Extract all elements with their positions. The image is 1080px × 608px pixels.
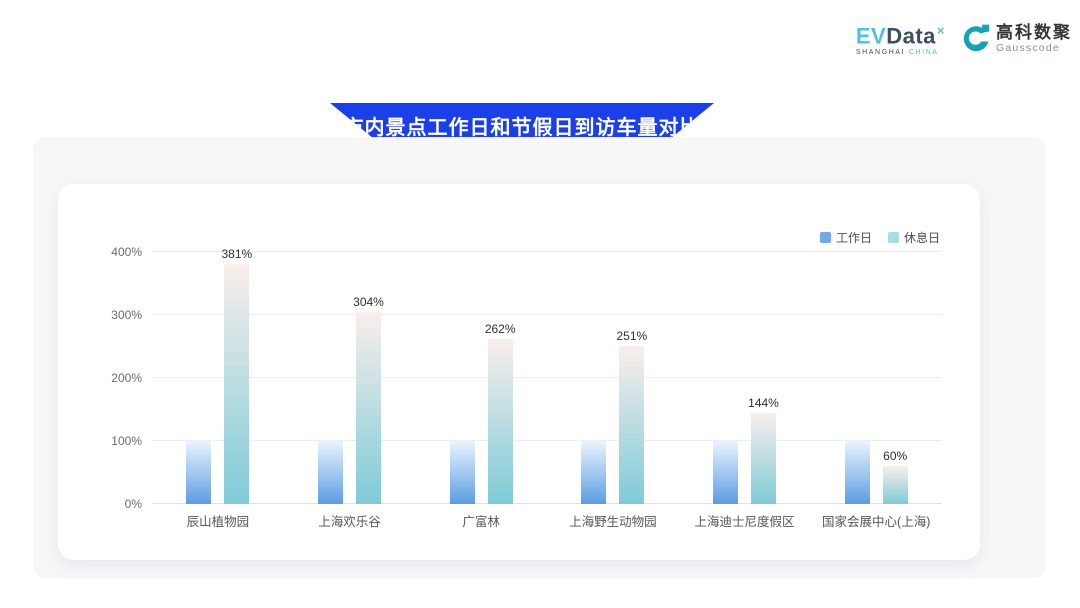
page: EVData× SHANGHAI CHINA 高科数聚 Gausscode 市内… [0, 0, 1080, 608]
bar-group: 381% [152, 252, 284, 504]
x-axis-category-label: 辰山植物园 [152, 511, 284, 530]
bar-休息日[interactable] [883, 466, 908, 504]
value-label: 381% [221, 247, 252, 261]
bar-工作日[interactable] [450, 441, 475, 504]
content-panel: 工作日 休息日 0% 100% 200% 300% 400% 381% 304% 262% 251… [33, 137, 1046, 578]
bar-group: 60% [810, 252, 942, 504]
bar-slot [450, 252, 475, 504]
gausscode-logo: 高科数聚 Gausscode [959, 22, 1072, 54]
bar-slot [845, 252, 870, 504]
x-axis-category-label: 上海欢乐谷 [284, 511, 416, 530]
y-tick-label: 200% [90, 371, 142, 385]
section-title: 市内景点工作日和节假日到访车量对比 [344, 111, 701, 140]
bar-休息日[interactable] [619, 346, 644, 504]
value-label: 60% [883, 449, 907, 463]
y-tick-label: 0% [90, 497, 142, 511]
x-axis-category-label: 国家会展中心(上海) [810, 511, 942, 530]
legend-label: 工作日 [836, 229, 872, 246]
bar-slot: 304% [356, 252, 381, 504]
value-label: 251% [616, 329, 647, 343]
value-label: 262% [485, 322, 516, 336]
bar-休息日[interactable] [751, 413, 776, 504]
bar-group: 251% [547, 252, 679, 504]
bar-工作日[interactable] [713, 441, 738, 504]
bar-group: 304% [284, 252, 416, 504]
bar-slot [318, 252, 343, 504]
y-tick-label: 100% [90, 434, 142, 448]
bar-slot: 381% [224, 252, 249, 504]
value-label: 304% [353, 295, 384, 309]
chart-card: 工作日 休息日 0% 100% 200% 300% 400% 381% 304% 262% 251… [58, 184, 980, 560]
bar-slot: 251% [619, 252, 644, 504]
bar-休息日[interactable] [224, 264, 249, 504]
x-axis-category-label: 广富林 [415, 511, 547, 530]
bar-slot [186, 252, 211, 504]
bar-休息日[interactable] [488, 339, 513, 504]
y-tick-label: 400% [90, 245, 142, 259]
y-tick-label: 300% [90, 308, 142, 322]
bar-工作日[interactable] [845, 441, 870, 504]
plot-area: 0%100%200%300%400%381%304%262%251%144%60… [152, 252, 942, 504]
bar-slot [581, 252, 606, 504]
x-axis-category-label: 上海野生动物园 [547, 511, 679, 530]
bar-工作日[interactable] [318, 441, 343, 504]
bar-工作日[interactable] [581, 441, 606, 504]
bar-休息日[interactable] [356, 312, 381, 504]
bar-slot [713, 252, 738, 504]
chart-legend: 工作日 休息日 [820, 229, 940, 246]
evdata-logo-subtext: SHANGHAI CHINA [856, 49, 945, 56]
gausscode-logo-cn: 高科数聚 [996, 23, 1072, 42]
bar-group: 262% [415, 252, 547, 504]
gausscode-logo-en: Gausscode [996, 42, 1072, 54]
legend-swatch-icon [888, 232, 899, 243]
evdata-logo: EVData× SHANGHAI CHINA [856, 20, 945, 56]
evdata-logo-text: EVData× [856, 20, 945, 47]
gausscode-logo-icon [959, 22, 991, 54]
brand-logos: EVData× SHANGHAI CHINA 高科数聚 Gausscode [856, 20, 1072, 56]
legend-item-休息日[interactable]: 休息日 [888, 229, 940, 246]
bar-工作日[interactable] [186, 441, 211, 504]
x-axis-labels: 辰山植物园上海欢乐谷广富林上海野生动物园上海迪士尼度假区国家会展中心(上海) [152, 511, 942, 530]
value-label: 144% [748, 396, 779, 410]
bar-slot: 262% [488, 252, 513, 504]
legend-swatch-icon [820, 232, 831, 243]
evdata-x-icon: × [937, 23, 945, 38]
bar-slot: 144% [751, 252, 776, 504]
legend-label: 休息日 [904, 229, 940, 246]
x-axis-category-label: 上海迪士尼度假区 [679, 511, 811, 530]
bar-group: 144% [679, 252, 811, 504]
bar-slot: 60% [883, 252, 908, 504]
legend-item-工作日[interactable]: 工作日 [820, 229, 872, 246]
